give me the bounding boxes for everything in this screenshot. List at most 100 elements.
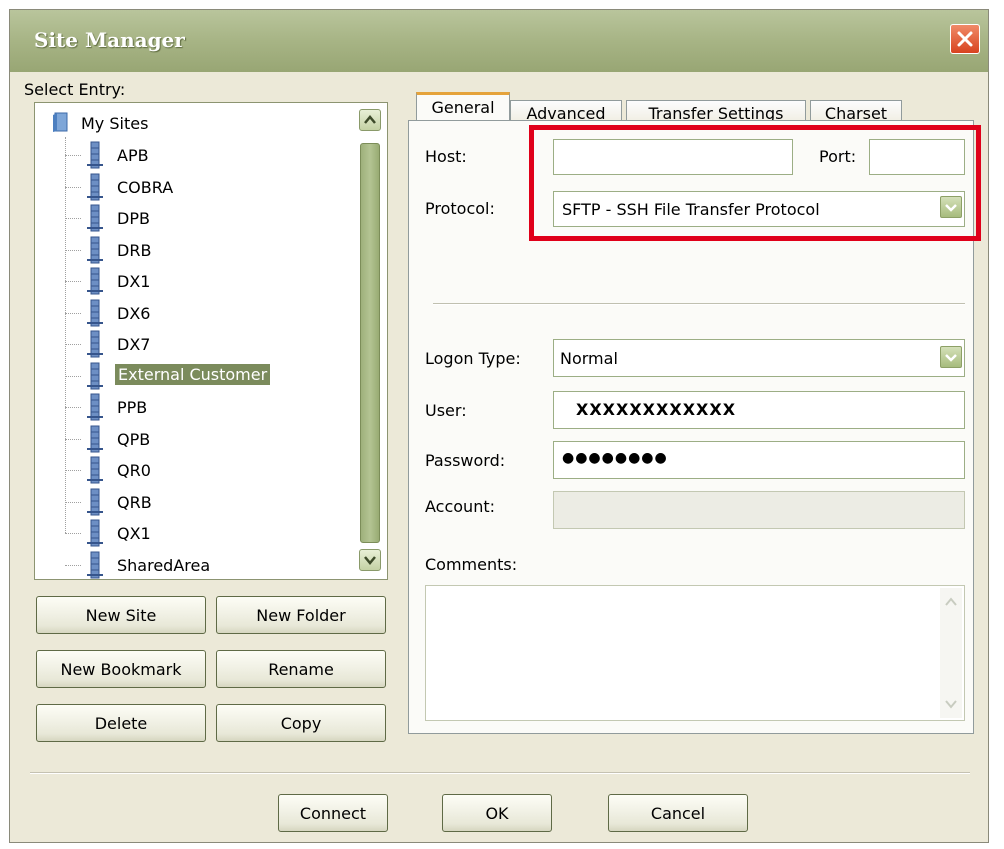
password-value: ●●●●●●●● <box>562 450 668 466</box>
logon-type-value: Normal <box>560 349 618 368</box>
tree-site-label: External Customer <box>115 363 271 385</box>
site-icon <box>87 204 103 232</box>
new-bookmark-button[interactable]: New Bookmark <box>36 650 206 688</box>
tree-site-label: DRB <box>117 240 152 260</box>
tree-site-label: SharedArea <box>117 555 211 575</box>
tree-site-label: APB <box>117 146 149 165</box>
site-icon-wrap <box>87 393 103 425</box>
tree-branch-line <box>65 533 81 534</box>
site-icon <box>87 425 103 452</box>
site-icon <box>87 330 103 358</box>
tree-site-label: DX7 <box>117 335 151 354</box>
scroll-down-icon <box>364 556 376 565</box>
site-icon <box>87 488 103 515</box>
site-icon <box>87 456 103 484</box>
site-icon <box>87 519 103 547</box>
tree-branch-line <box>65 438 81 440</box>
password-input[interactable]: ●●●●●●●● <box>553 441 965 479</box>
site-tree[interactable]: My Sites APB COBRA DPB DRB DX1 DX6 DX7 External… <box>34 102 388 580</box>
tree-site-label: PPB <box>117 398 148 417</box>
site-icon-wrap <box>87 141 103 173</box>
tree-site-item[interactable]: DRB <box>35 236 355 264</box>
copy-button[interactable]: Copy <box>216 704 386 742</box>
tree-site-item[interactable]: SharedArea <box>35 551 355 579</box>
user-label: User: <box>425 401 467 420</box>
tree-site-item[interactable]: DX1 <box>35 267 355 295</box>
comments-label: Comments: <box>425 555 518 574</box>
tree-branch-line <box>65 281 81 282</box>
site-icon <box>87 236 103 263</box>
tree-site-label: DX1 <box>117 272 151 291</box>
scroll-up-icon <box>945 597 957 606</box>
site-icon-wrap <box>87 425 103 457</box>
site-icon <box>87 141 103 169</box>
tree-site-item[interactable]: COBRA <box>35 173 355 201</box>
highlight-box <box>529 125 981 241</box>
account-input <box>553 491 965 529</box>
tree-branch-line <box>65 249 81 251</box>
title-bar[interactable]: Site Manager <box>10 10 988 72</box>
tree-site-label: COBRA <box>117 177 174 197</box>
tree-site-label: QPB <box>117 429 151 449</box>
tree-site-label: QR0 <box>117 461 151 480</box>
tree-branch-line <box>65 501 81 503</box>
logon-type-dropdown-button[interactable] <box>940 346 962 368</box>
tree-site-item[interactable]: DPB <box>35 204 355 232</box>
tree-branch-line <box>65 312 81 314</box>
site-icon-wrap <box>87 456 103 488</box>
tree-site-item[interactable]: QRB <box>35 488 355 516</box>
tree-site-item[interactable]: QR0 <box>35 456 355 484</box>
site-icon-wrap <box>87 362 103 394</box>
tree-site-item[interactable]: QPB <box>35 425 355 453</box>
tree-site-label: QRB <box>117 492 152 512</box>
scroll-thumb[interactable] <box>360 143 380 543</box>
account-label: Account: <box>425 497 495 516</box>
site-icon-wrap <box>87 173 103 205</box>
tree-root-label: My Sites <box>81 114 149 133</box>
site-manager-window: Site Manager Select Entry: My Sites APB C… <box>9 9 989 843</box>
tree-site-item[interactable]: APB <box>35 141 355 169</box>
site-icon <box>87 267 103 295</box>
tree-site-item[interactable]: QX1 <box>35 519 355 547</box>
user-input[interactable]: XXXXXXXXXXXX <box>553 391 965 429</box>
site-icon-wrap <box>87 488 103 520</box>
comments-scrollbar[interactable] <box>940 588 962 718</box>
chevron-down-icon <box>945 354 957 362</box>
scroll-down-icon <box>945 700 957 709</box>
tree-site-item[interactable]: DX6 <box>35 299 355 327</box>
user-value: XXXXXXXXXXXX <box>576 400 737 419</box>
site-icon-wrap <box>87 204 103 236</box>
site-icon <box>87 551 103 578</box>
cancel-button[interactable]: Cancel <box>608 794 748 832</box>
connect-button[interactable]: Connect <box>278 794 388 832</box>
new-folder-button[interactable]: New Folder <box>216 596 386 634</box>
scroll-up-button[interactable] <box>359 109 381 131</box>
close-button[interactable] <box>950 24 980 54</box>
tree-site-item[interactable]: DX7 <box>35 330 355 358</box>
delete-button[interactable]: Delete <box>36 704 206 742</box>
tree-branch-line <box>65 470 81 471</box>
rename-button[interactable]: Rename <box>216 650 386 688</box>
new-site-button[interactable]: New Site <box>36 596 206 634</box>
site-icon-wrap <box>87 236 103 268</box>
tree-site-item[interactable]: PPB <box>35 393 355 421</box>
tree-branch-line <box>65 155 81 156</box>
ok-button[interactable]: OK <box>442 794 552 832</box>
scroll-down-button[interactable] <box>359 549 381 571</box>
site-icon-wrap <box>87 519 103 551</box>
tree-branch-line <box>65 407 81 408</box>
scroll-up-icon <box>364 115 376 124</box>
tree-scrollbar[interactable] <box>357 103 385 579</box>
site-icon <box>87 393 103 421</box>
site-icon-wrap <box>87 330 103 362</box>
tree-root-my-sites[interactable]: My Sites <box>35 109 355 137</box>
site-icon-wrap <box>87 551 103 580</box>
close-icon <box>957 31 973 47</box>
logon-type-select[interactable]: Normal <box>553 339 965 377</box>
folder-icon <box>53 112 68 132</box>
select-entry-label: Select Entry: <box>24 80 126 99</box>
tree-site-label: QX1 <box>117 524 151 543</box>
tree-site-item[interactable]: External Customer <box>35 362 355 390</box>
window-title: Site Manager <box>34 28 185 52</box>
comments-textarea[interactable] <box>425 585 965 721</box>
